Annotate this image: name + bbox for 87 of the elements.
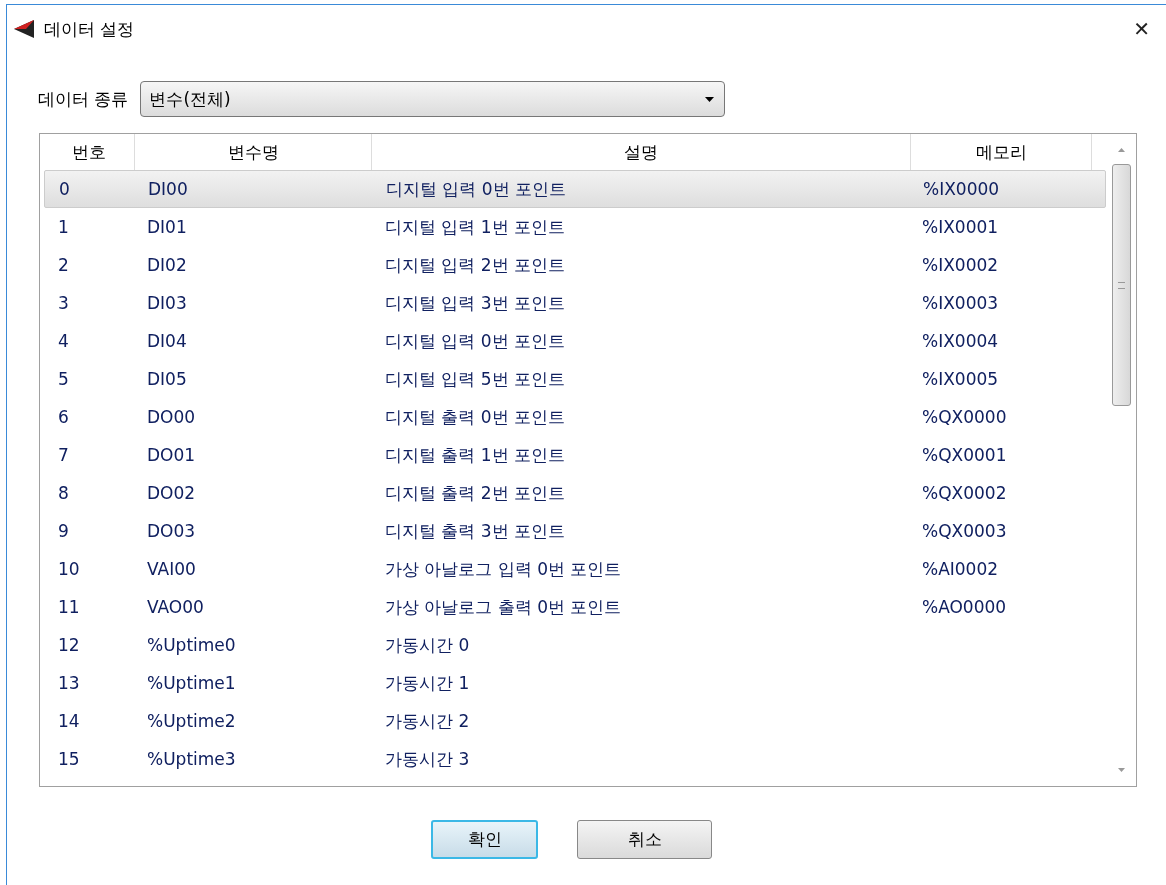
table-cell: DO01	[147, 445, 196, 465]
table-cell: 12	[58, 635, 80, 655]
table-row[interactable]: 14 %Uptime2 가동시간 2	[44, 702, 1106, 740]
table-cell: DO03	[147, 521, 196, 541]
table-cell: %Uptime1	[147, 673, 236, 693]
table-cell: 0	[59, 179, 70, 199]
table-cell: 디지털 입력 2번 포인트	[385, 254, 566, 275]
table-cell: %IX0001	[922, 217, 999, 237]
table-cell: %IX0004	[922, 331, 999, 351]
scroll-down-icon[interactable]	[1117, 768, 1125, 772]
table-cell: 11	[58, 597, 80, 617]
close-button[interactable]: ✕	[1125, 17, 1158, 41]
table-cell: 디지털 입력 0번 포인트	[385, 330, 566, 351]
table-cell: 1	[58, 217, 69, 237]
table-cell: 6	[58, 407, 69, 427]
table-cell: DI03	[147, 293, 187, 313]
table-cell: 가상 아날로그 입력 0번 포인트	[385, 558, 622, 579]
table-row[interactable]: 10 VAI00 가상 아날로그 입력 0번 포인트 %AI0002	[44, 550, 1106, 588]
table-cell: 4	[58, 331, 69, 351]
table-cell: %IX0002	[922, 255, 999, 275]
table-row[interactable]: 9 DO03 디지털 출력 3번 포인트 %QX0003	[44, 512, 1106, 550]
table-cell: 가동시간 1	[385, 672, 470, 693]
table-cell: %Uptime0	[147, 635, 236, 655]
table-cell: DO02	[147, 483, 196, 503]
table-row[interactable]: 1 DI01 디지털 입력 1번 포인트 %IX0001	[44, 208, 1106, 246]
table-cell: 7	[58, 445, 69, 465]
table-cell: %IX0003	[922, 293, 999, 313]
table-row[interactable]: 12 %Uptime0 가동시간 0	[44, 626, 1106, 664]
table-cell: %QX0002	[922, 483, 1007, 503]
table-cell: DI05	[147, 369, 187, 389]
table-cell: DI01	[147, 217, 187, 237]
table-row[interactable]: 6 DO00 디지털 출력 0번 포인트 %QX0000	[44, 398, 1106, 436]
data-type-dropdown[interactable]: 변수(전체)	[140, 81, 726, 117]
table-cell: VAI00	[147, 559, 196, 579]
table-row[interactable]: 7 DO01 디지털 출력 1번 포인트 %QX0001	[44, 436, 1106, 474]
table-cell: DI00	[148, 179, 188, 199]
table-cell: VAO00	[147, 597, 204, 617]
table-cell: DO00	[147, 407, 196, 427]
table-cell: %IX0005	[922, 369, 999, 389]
table-row[interactable]: 4 DI04 디지털 입력 0번 포인트 %IX0004	[44, 322, 1106, 360]
table-cell: 9	[58, 521, 69, 541]
table-row[interactable]: 13 %Uptime1 가동시간 1	[44, 664, 1106, 702]
table-cell: 디지털 입력 0번 포인트	[386, 178, 567, 199]
table-row[interactable]: 5 DI05 디지털 입력 5번 포인트 %IX0005	[44, 360, 1106, 398]
table-cell: 디지털 출력 0번 포인트	[385, 406, 566, 427]
table-cell: 디지털 입력 5번 포인트	[385, 368, 566, 389]
table-cell: 3	[58, 293, 69, 313]
app-icon	[14, 20, 34, 38]
table-cell: %Uptime2	[147, 711, 236, 731]
table-row[interactable]: 2 DI02 디지털 입력 2번 포인트 %IX0002	[44, 246, 1106, 284]
table-cell: 디지털 출력 3번 포인트	[385, 520, 566, 541]
table-cell: %QX0003	[922, 521, 1007, 541]
scroll-up-icon[interactable]	[1117, 148, 1125, 152]
table-cell: %Uptime3	[147, 749, 236, 769]
table-cell: 가동시간 2	[385, 710, 470, 731]
table-cell: 15	[58, 749, 80, 769]
table-cell: 10	[58, 559, 80, 579]
table-cell: DI04	[147, 331, 187, 351]
table-row[interactable]: 15 %Uptime3 가동시간 3	[44, 740, 1106, 778]
table-cell: 5	[58, 369, 69, 389]
table-row[interactable]: 11 VAO00 가상 아날로그 출력 0번 포인트 %AO0000	[44, 588, 1106, 626]
table-cell: %AO0000	[922, 597, 1007, 617]
table-cell: DI02	[147, 255, 187, 275]
table-cell: %QX0001	[922, 445, 1007, 465]
table-cell: %IX0000	[923, 179, 1000, 199]
table-cell: 14	[58, 711, 80, 731]
table-row[interactable]: 8 DO02 디지털 출력 2번 포인트 %QX0002	[44, 474, 1106, 512]
table-cell: 디지털 출력 2번 포인트	[385, 482, 566, 503]
ok-button[interactable]: 확인	[431, 820, 538, 859]
table-cell: 2	[58, 255, 69, 275]
table-cell: 가동시간 0	[385, 634, 470, 655]
table-cell: 가상 아날로그 출력 0번 포인트	[385, 596, 622, 617]
table-cell: 디지털 입력 3번 포인트	[385, 292, 566, 313]
caret-icon	[705, 96, 715, 102]
table-cell: 13	[58, 673, 80, 693]
table-row[interactable]: 3 DI03 디지털 입력 3번 포인트 %IX0003	[44, 284, 1106, 322]
scroll-thumb[interactable]	[1111, 164, 1131, 406]
data-type-label: 데이터 종류	[38, 87, 129, 111]
table-cell: %QX0000	[922, 407, 1007, 427]
table-cell: 8	[58, 483, 69, 503]
table-cell: 디지털 출력 1번 포인트	[385, 444, 566, 465]
table-cell: 가동시간 3	[385, 748, 470, 769]
table-cell: %AI0002	[922, 559, 999, 579]
window-title: 데이터 설정	[44, 17, 135, 41]
table-row[interactable]: 0 DI00 디지털 입력 0번 포인트 %IX0000	[44, 170, 1106, 208]
table-cell: 디지털 입력 1번 포인트	[385, 216, 566, 237]
cancel-button[interactable]: 취소	[577, 820, 712, 859]
